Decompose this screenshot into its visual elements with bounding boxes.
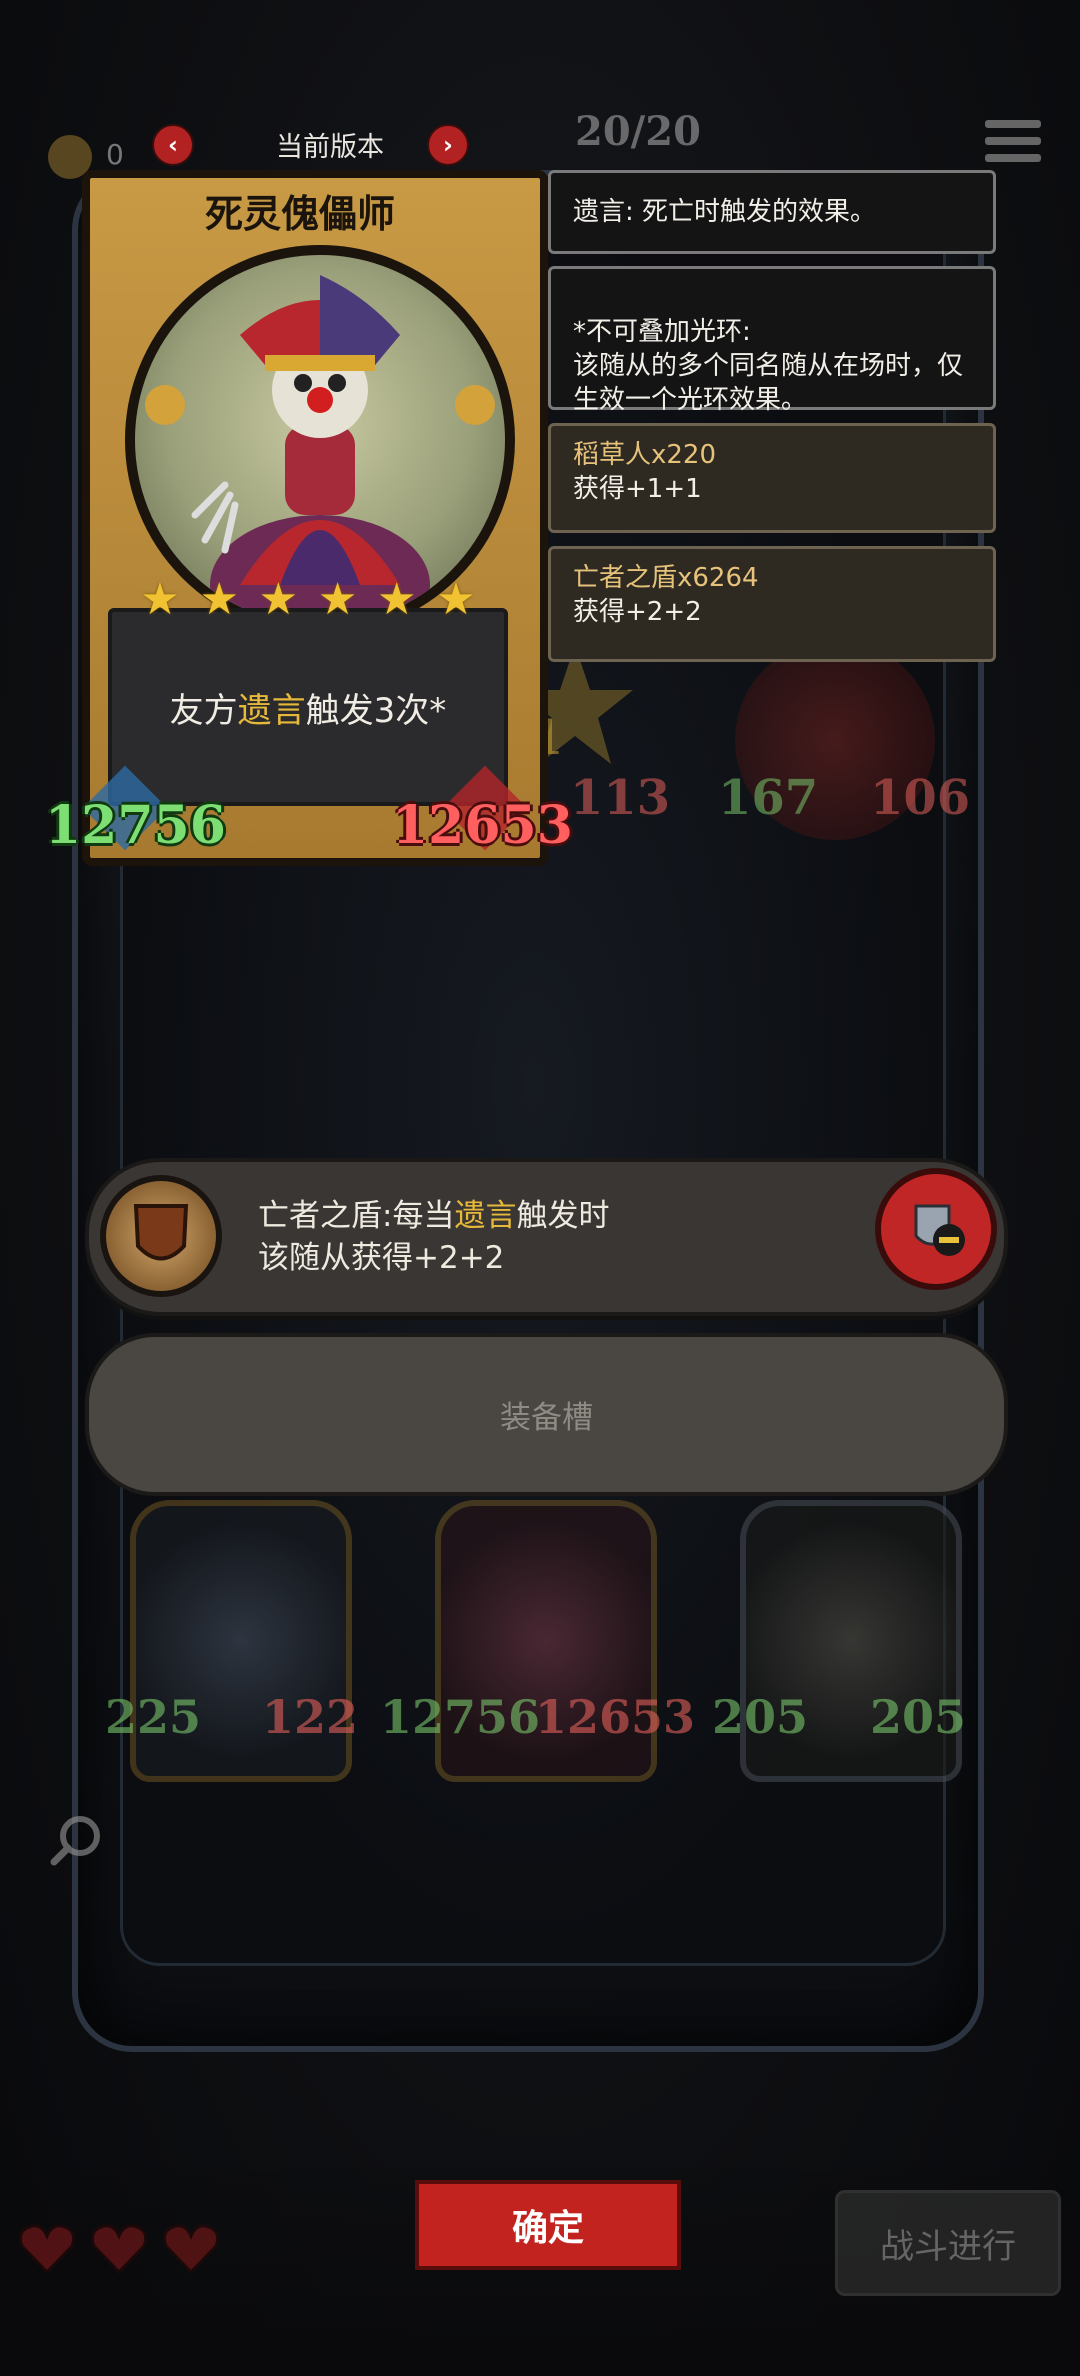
- star-icon: ★: [258, 574, 299, 625]
- tooltip-aura: *不可叠加光环: 该随从的多个同名随从在场时，仅生效一个光环效果。: [548, 266, 996, 415]
- card-attack: 12756: [45, 795, 226, 856]
- chevron-left-icon[interactable]: ‹: [152, 124, 194, 166]
- buff-entry: 亡者之盾x6264 获得+2+2: [548, 546, 996, 662]
- star-icon: ★: [317, 574, 358, 625]
- equipment-slot[interactable]: 装备槽: [85, 1333, 1008, 1496]
- heart-icon: [90, 2222, 148, 2275]
- start-battle-button[interactable]: 战斗进行: [835, 2190, 1061, 2296]
- minion-health: 205: [870, 1690, 967, 1744]
- card-title: 死灵傀儡师: [204, 192, 395, 236]
- tooltip-deathrattle: 遗言: 死亡时触发的效果。: [548, 170, 996, 254]
- keyword-deathrattle: 遗言: [237, 690, 306, 731]
- star-icon: ★: [436, 574, 476, 625]
- minion-attack: 225: [105, 1690, 202, 1744]
- keyword-deathrattle: 遗言: [454, 1198, 517, 1234]
- equipment-description: 亡者之盾:每当遗言触发时 该随从获得+2+2: [258, 1198, 610, 1276]
- minion-health: 12653: [535, 1690, 696, 1744]
- coin-count: 0: [106, 138, 124, 171]
- star-icon: ★: [140, 574, 180, 625]
- confirm-button[interactable]: 确定: [415, 2180, 681, 2270]
- unequip-button[interactable]: [875, 1168, 997, 1290]
- army-counter: 20/20: [575, 108, 701, 155]
- minion-health: 122: [262, 1690, 359, 1744]
- buff-entry: 稻草人x220 获得+1+1: [548, 423, 996, 533]
- bg-minion2-attack: 167: [718, 770, 819, 826]
- card-health: 12653: [392, 795, 573, 856]
- menu-icon[interactable]: [985, 120, 1041, 170]
- search-icon[interactable]: [48, 1810, 108, 1870]
- bg-minion2-health: 106: [870, 770, 971, 826]
- star-icon: ★: [199, 574, 239, 625]
- heart-icon: [18, 2222, 76, 2275]
- chevron-right-icon[interactable]: ›: [427, 124, 469, 166]
- card-description: 友方 遗言 触发3次*: [108, 608, 508, 806]
- star-rating: ★ ★ ★ ★ ★ ★: [138, 578, 478, 624]
- minion-attack: 205: [712, 1690, 809, 1744]
- shield-minus-icon: [914, 1204, 965, 1256]
- heart-icon: [162, 2222, 220, 2275]
- bg-minion-attack: 113: [570, 770, 671, 826]
- version-label: 当前版本: [276, 132, 384, 163]
- shield-icon: [100, 1175, 222, 1297]
- minion-attack: 12756: [380, 1690, 541, 1744]
- star-icon: ★: [377, 574, 417, 625]
